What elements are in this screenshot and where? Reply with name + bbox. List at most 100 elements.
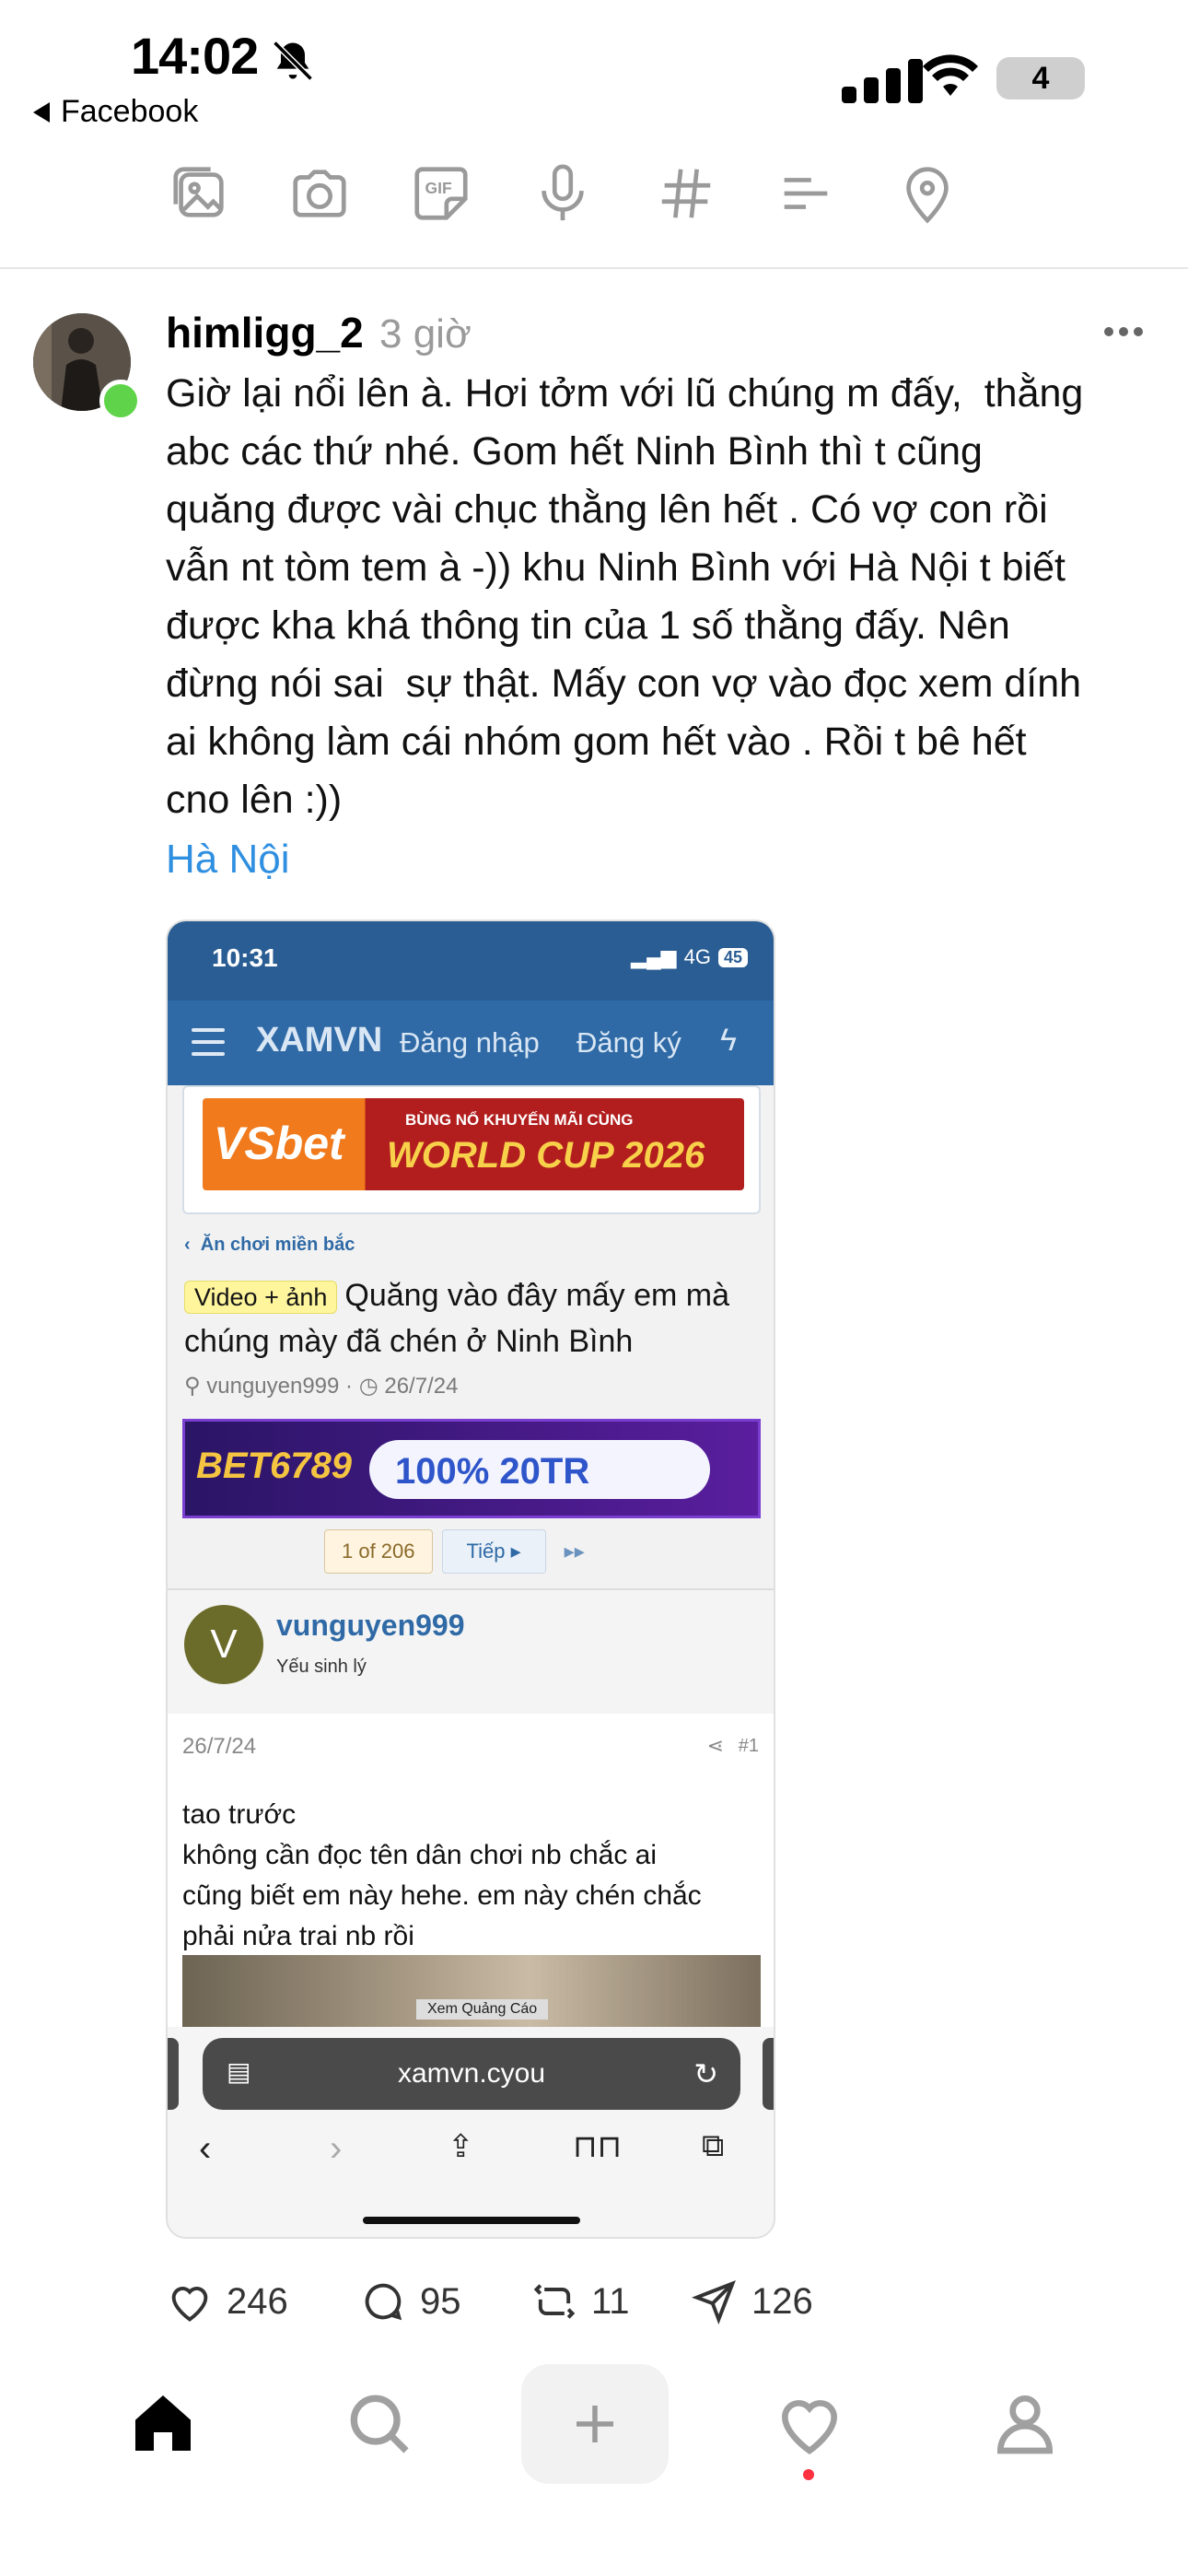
back-to-app-button[interactable]: Facebook	[33, 94, 198, 130]
location-pin-icon[interactable]	[895, 161, 960, 226]
tab-profile[interactable]	[965, 2377, 1085, 2469]
back-app-label: Facebook	[61, 94, 199, 129]
prev-tab	[168, 2038, 179, 2110]
ad1-line2: WORLD CUP 2026	[387, 1135, 705, 1176]
home-indicator	[363, 2217, 580, 2224]
browser-toolbar: ▤ xamvn.cyou ↻ ‹ › ⇪ ⊓⊓ ⧉	[168, 2027, 774, 2237]
ad2-brand: BET6789	[196, 1446, 352, 1486]
tabs-icon: ⧉	[702, 2128, 725, 2163]
svg-text:GIF: GIF	[425, 179, 452, 197]
user-icon: ⚲	[184, 1374, 201, 1399]
battery-tip	[1077, 70, 1083, 87]
post-text: Giờ lại nổi lên à. Hơi tởm với lũ chúng …	[166, 371, 1084, 822]
heart-icon	[781, 2400, 838, 2455]
post-location[interactable]: Hà Nội	[166, 837, 290, 883]
browser-share-icon: ⇪	[448, 2129, 474, 2164]
tab-activity[interactable]	[750, 2377, 869, 2469]
address-bar: ▤ xamvn.cyou ↻	[203, 2038, 740, 2110]
gif-icon[interactable]: GIF	[409, 161, 473, 226]
last-page-icon: ▸▸	[564, 1540, 585, 1563]
share-count: 126	[751, 2280, 813, 2322]
hashtag-icon[interactable]	[654, 161, 718, 226]
forum-post-number: #1	[738, 1736, 759, 1756]
wifi-icon	[923, 54, 978, 96]
thread-meta: ⚲ vunguyen999 · ◷ 26/7/24	[184, 1374, 459, 1399]
ad-label: Xem Quảng Cáo	[416, 1999, 549, 2020]
clock-icon: ◷	[358, 1374, 379, 1399]
profile-icon	[996, 2395, 1054, 2454]
next-tab	[763, 2038, 774, 2110]
embedded-network: 4G	[683, 945, 711, 968]
comment-count: 95	[420, 2280, 461, 2322]
bookmarks-icon: ⊓⊓	[573, 2129, 623, 2164]
post-time-ago: 3 giờ	[379, 311, 472, 357]
embedded-battery: 45	[717, 947, 748, 967]
home-icon	[135, 2395, 191, 2451]
breadcrumb-label: Ăn chơi miền bắc	[200, 1235, 355, 1255]
new-post-button[interactable]	[521, 2364, 669, 2484]
gallery-icon[interactable]	[168, 161, 232, 226]
banner-ad-1: VSbet BÙNG NỔ KHUYẾN MÃI CÙNG WORLD CUP …	[182, 1085, 761, 1214]
next-page-button: Tiếp ▸	[441, 1529, 546, 1574]
heart-icon	[171, 2287, 208, 2322]
forum-post-text: tao trước không cần đọc tên dân chơi nb …	[182, 1799, 702, 1951]
poll-icon[interactable]	[774, 161, 838, 226]
forum-post-date: 26/7/24	[182, 1734, 257, 1759]
comment-button[interactable]: 95	[359, 2277, 461, 2325]
thread-date: 26/7/24	[384, 1374, 459, 1399]
battery-indicator: 4	[996, 57, 1085, 100]
forum-brand: XAMVN	[256, 1021, 383, 1060]
banner-ad-2: BET6789 100% 20TR	[182, 1419, 761, 1518]
forum-navbar: XAMVN Đăng nhập Đăng ký ϟ	[168, 1001, 774, 1085]
reload-icon: ↻	[693, 2057, 718, 2090]
poster-name: vunguyen999	[276, 1609, 465, 1642]
more-options-icon[interactable]	[1101, 324, 1146, 339]
forum-breadcrumb: ‹ Ăn chơi miền bắc	[184, 1235, 355, 1255]
browser-forward-icon: ›	[330, 2128, 343, 2169]
forum-post-body: 26/7/24 ⋖ #1 tao trước không cần đọc tên…	[168, 1714, 774, 2066]
poster-avatar: V	[184, 1605, 263, 1684]
address-url: xamvn.cyou	[397, 2058, 546, 2089]
repost-button[interactable]: 11	[530, 2277, 630, 2325]
embedded-status-bar: 10:31 ▂▄▆ 4G 45	[168, 921, 774, 1001]
camera-icon[interactable]	[287, 161, 352, 226]
share-button[interactable]: 126	[691, 2277, 813, 2325]
forum-register-link: Đăng ký	[577, 1026, 681, 1059]
ad1-line1: BÙNG NỔ KHUYẾN MÃI CÙNG	[405, 1111, 634, 1129]
like-button[interactable]: 246	[166, 2277, 288, 2325]
page-indicator: 1 of 206	[324, 1529, 433, 1574]
hamburger-menu-icon	[192, 1028, 225, 1056]
ad1-brand: VSbet	[214, 1118, 344, 1169]
post-username[interactable]: himligg_2	[166, 308, 364, 357]
repost-icon	[533, 2284, 576, 2319]
share-icon: ⋖	[706, 1734, 724, 1757]
next-page-label: Tiếp	[466, 1540, 506, 1563]
tab-home[interactable]	[103, 2377, 223, 2469]
thread-tag: Video + ảnh	[184, 1281, 338, 1314]
notification-dot	[803, 2469, 814, 2480]
battery-level: 4	[1031, 61, 1050, 96]
like-count: 246	[227, 2280, 288, 2322]
status-time: 14:02	[131, 27, 259, 85]
thread-pager: 1 of 206 Tiếp ▸ ▸▸	[324, 1529, 585, 1574]
back-arrow-icon	[33, 101, 50, 123]
post-author-card: V vunguyen999 Yếu sinh lý	[168, 1588, 774, 1715]
embedded-time: 10:31	[212, 943, 278, 972]
microphone-icon[interactable]	[530, 161, 595, 226]
online-indicator	[99, 380, 142, 422]
divider	[0, 267, 1188, 269]
bell-muted-icon	[273, 41, 313, 81]
repost-count: 11	[591, 2280, 630, 2322]
post-image[interactable]: 10:31 ▂▄▆ 4G 45 XAMVN Đăng nhập Đăng ký ϟ …	[166, 919, 775, 2239]
tab-search[interactable]	[319, 2377, 438, 2469]
send-icon	[692, 2280, 736, 2324]
forum-login-link: Đăng nhập	[400, 1026, 540, 1059]
comment-icon	[365, 2283, 402, 2321]
ad2-offer: 100% 20TR	[395, 1451, 590, 1492]
browser-back-icon: ‹	[199, 2128, 212, 2169]
thread-author: vunguyen999	[206, 1374, 340, 1399]
plus-icon	[577, 2406, 613, 2442]
lightning-icon: ϟ	[720, 1023, 737, 1058]
thread-title: Video + ảnh Quăng vào đây mấy em mà chúng…	[184, 1273, 764, 1364]
search-icon	[350, 2395, 409, 2453]
